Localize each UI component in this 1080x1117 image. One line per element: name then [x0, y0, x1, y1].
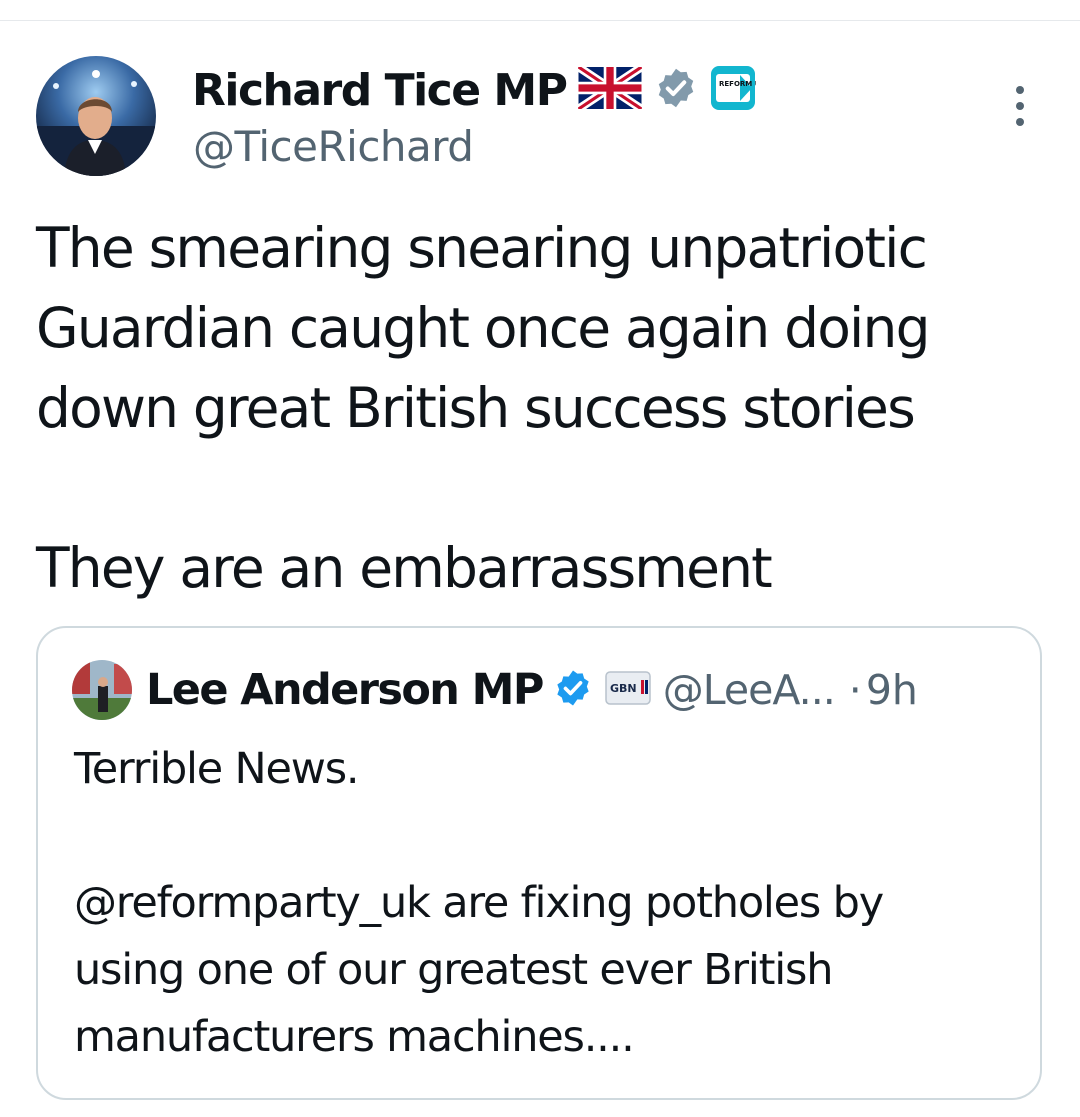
quoted-tweet-text: Terrible News. @reformparty_uk are fixin… [74, 744, 884, 1062]
reform-badge-text: REFORM UK [719, 80, 756, 88]
quoted-author-avatar[interactable] [72, 660, 132, 720]
more-options-button[interactable] [1008, 86, 1032, 126]
reform-uk-badge-icon[interactable]: REFORM UK [710, 65, 767, 115]
more-options-dot [1016, 102, 1024, 110]
author-avatar[interactable] [36, 56, 156, 176]
author-name-row: Richard Tice MP REFORM UK [192, 60, 767, 120]
author-handle[interactable]: @TiceRichard [193, 122, 474, 171]
uk-flag-icon [576, 63, 645, 113]
verified-badge-icon[interactable] [654, 66, 698, 114]
quoted-separator: · [848, 666, 862, 714]
verified-badge-icon[interactable] [553, 668, 593, 712]
tweet-author: Richard Tice MP REFORM UK [36, 56, 1036, 180]
more-options-dot [1016, 86, 1024, 94]
gbn-badge-text: GBN [610, 682, 637, 695]
gbn-badge-icon[interactable]: GBN [605, 671, 651, 709]
tweet-text: The smearing snearing unpatriotic Guardi… [36, 216, 931, 600]
more-options-dot [1016, 118, 1024, 126]
quoted-author-display-name[interactable]: Lee Anderson MP [146, 665, 544, 715]
quoted-tweet-card[interactable]: Lee Anderson MP GBN @LeeA... · 9h Terrib… [36, 626, 1042, 1100]
quoted-tweet-header: Lee Anderson MP GBN @LeeA... · 9h [72, 658, 1022, 722]
top-divider [0, 20, 1080, 21]
quoted-timestamp[interactable]: 9h [866, 666, 918, 714]
author-display-name[interactable]: Richard Tice MP [192, 65, 568, 116]
quoted-author-handle[interactable]: @LeeA... [663, 666, 836, 714]
